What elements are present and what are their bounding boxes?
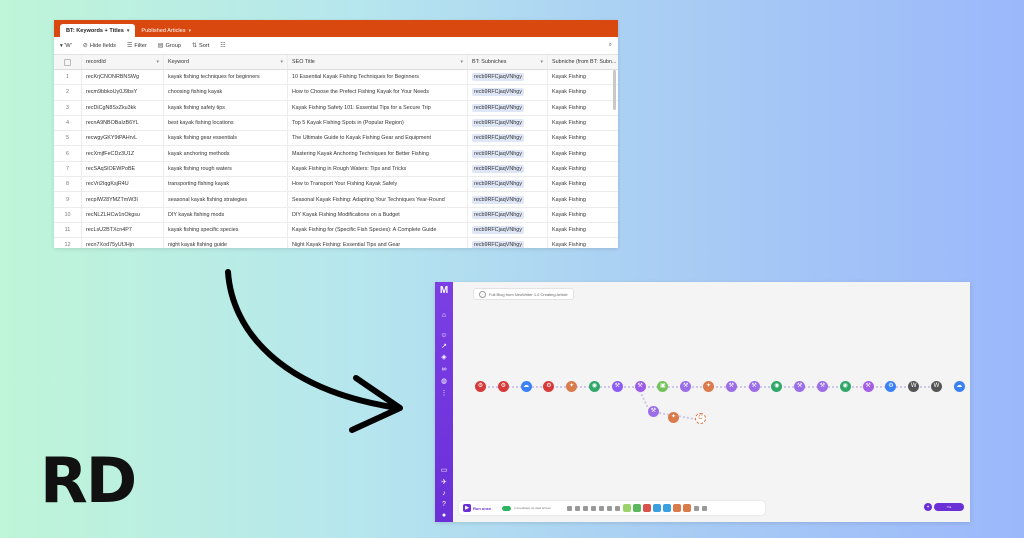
module-icon: ⚙ (546, 383, 552, 389)
explain-flow-icon[interactable] (590, 505, 596, 511)
module-icon: ▣ (660, 383, 666, 389)
module-icon: W (933, 383, 940, 389)
flow-control-button[interactable]: ≡ ▸ (934, 503, 964, 511)
module-node[interactable]: ⚒ (817, 381, 828, 392)
module-icon: ◉ (591, 383, 598, 389)
settings-icon[interactable] (566, 505, 572, 511)
brand-logo: RD (40, 444, 137, 517)
app-shortcut-icon[interactable] (642, 504, 651, 512)
module-node[interactable]: ⚒ (725, 381, 737, 392)
app-shortcut-icon[interactable] (672, 504, 681, 512)
undo-icon[interactable] (598, 505, 604, 511)
module-icon: ✦ (670, 414, 677, 420)
module-node[interactable]: ⚒ (634, 381, 646, 392)
schedule-label: Immediately as data arrives (514, 506, 551, 510)
module-node[interactable]: ⚒ (648, 406, 659, 417)
module-node[interactable]: ⚒ (748, 381, 760, 392)
module-node[interactable]: ⚒ (862, 381, 874, 392)
scheduling-toggle[interactable] (502, 505, 512, 511)
module-node[interactable]: ◉ (839, 381, 851, 392)
ai-assistant-button[interactable]: ✦ (924, 503, 932, 511)
run-once-button[interactable]: ▶ Run once (463, 504, 491, 512)
module-icon: ⚙ (888, 383, 894, 389)
module-icon: ⚙ (477, 383, 484, 389)
app-shortcut-icon[interactable] (632, 504, 641, 512)
module-icon: ⚒ (728, 383, 734, 389)
module-node[interactable]: ⚒ (611, 381, 623, 392)
add-icon[interactable] (701, 505, 707, 511)
module-icon: ✦ (705, 383, 712, 389)
favorite-apps (622, 504, 691, 512)
module-icon: ⚒ (614, 383, 620, 389)
play-icon: ▶ (463, 504, 471, 512)
make-window: M ⌂ ☺ ↗ ◈ ∞ ◍ ⋮ ▭ ✈ ♪ ? ● ‹ Full Blog fr… (435, 282, 970, 522)
module-icon: ☁ (523, 383, 530, 389)
module-icon: ☁ (956, 383, 963, 389)
module-icon: ⚒ (819, 383, 826, 389)
module-node[interactable]: ☁ (520, 381, 532, 392)
more-icon[interactable] (614, 505, 620, 511)
module-node[interactable]: ⚙ (497, 381, 509, 392)
module-node[interactable]: ☁ (953, 381, 965, 392)
app-shortcut-icon[interactable] (652, 504, 661, 512)
module-icon: ◉ (842, 383, 848, 389)
module-icon: ⚒ (682, 383, 689, 389)
module-node[interactable]: ⚙ (475, 381, 486, 392)
module-node[interactable]: C (695, 413, 706, 424)
module-icon: ⚒ (751, 383, 757, 389)
module-icon: C (698, 415, 703, 421)
module-icon: ◉ (774, 383, 780, 389)
app-shortcut-icon[interactable] (622, 504, 631, 512)
module-icon: ⚒ (796, 383, 803, 389)
more-icon[interactable] (693, 505, 699, 511)
module-node[interactable]: W (931, 381, 942, 392)
module-node[interactable]: ◉ (589, 381, 600, 392)
module-icon: ⚒ (637, 383, 643, 389)
module-icon: W (910, 383, 917, 389)
module-icon: ⚒ (865, 383, 871, 389)
app-shortcut-icon[interactable] (662, 504, 671, 512)
bottom-toolbar: ▶ Run once Immediately as data arrives (459, 501, 765, 515)
module-icon: ⚒ (650, 408, 657, 414)
module-icon: ⚙ (500, 383, 506, 389)
app-shortcut-icon[interactable] (682, 504, 691, 512)
module-icon: ✦ (569, 383, 575, 389)
notes-icon[interactable] (574, 505, 580, 511)
right-controls: ✦ ≡ ▸ (924, 503, 964, 511)
module-node[interactable]: ✦ (668, 412, 679, 423)
module-node[interactable]: ✦ (703, 381, 714, 392)
auto-align-icon[interactable] (582, 505, 588, 511)
scenario-canvas (480, 386, 941, 421)
redo-icon[interactable] (606, 505, 612, 511)
